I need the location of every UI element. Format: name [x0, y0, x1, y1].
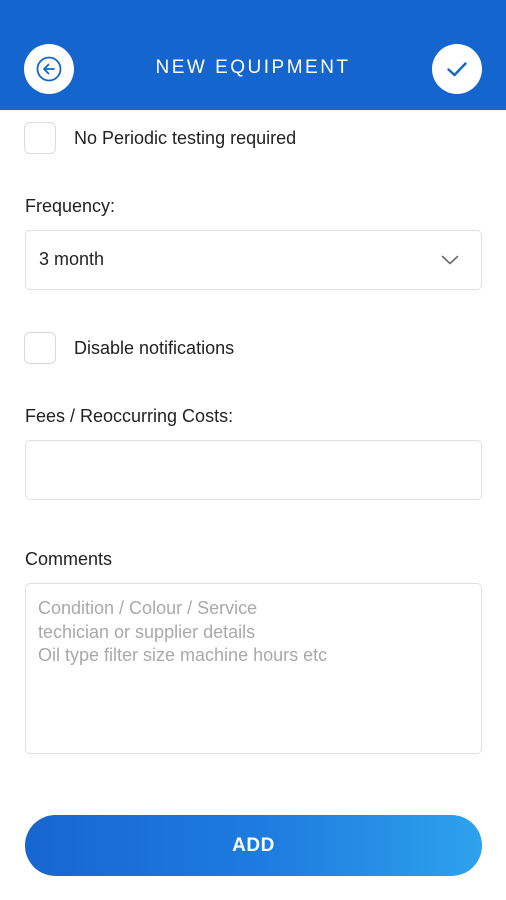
disable-notifications-row[interactable]: Disable notifications	[24, 332, 234, 364]
confirm-button[interactable]	[432, 44, 482, 94]
fees-field-box	[25, 440, 482, 500]
comments-label: Comments	[25, 549, 113, 569]
frequency-value: 3 month	[39, 249, 105, 269]
chevron-down-icon	[441, 255, 459, 265]
fees-label: Fees / Reoccurring Costs:	[25, 406, 234, 426]
fees-input[interactable]	[26, 441, 481, 499]
no-periodic-testing-checkbox[interactable]	[24, 122, 56, 154]
page-title: NEW EQUIPMENT	[155, 57, 351, 78]
comments-textarea[interactable]	[26, 584, 481, 753]
check-icon	[447, 62, 467, 77]
frequency-select[interactable]: 3 month	[25, 230, 482, 290]
frequency-label: Frequency:	[25, 196, 116, 216]
disable-notifications-label: Disable notifications	[74, 337, 235, 358]
no-periodic-testing-row[interactable]: No Periodic testing required	[24, 122, 296, 154]
disable-notifications-checkbox[interactable]	[24, 332, 56, 364]
add-button[interactable]: ADD	[25, 815, 482, 876]
comments-field-box	[25, 583, 482, 754]
no-periodic-testing-label: No Periodic testing required	[74, 127, 297, 148]
app-header: NEW EQUIPMENT	[0, 0, 506, 110]
